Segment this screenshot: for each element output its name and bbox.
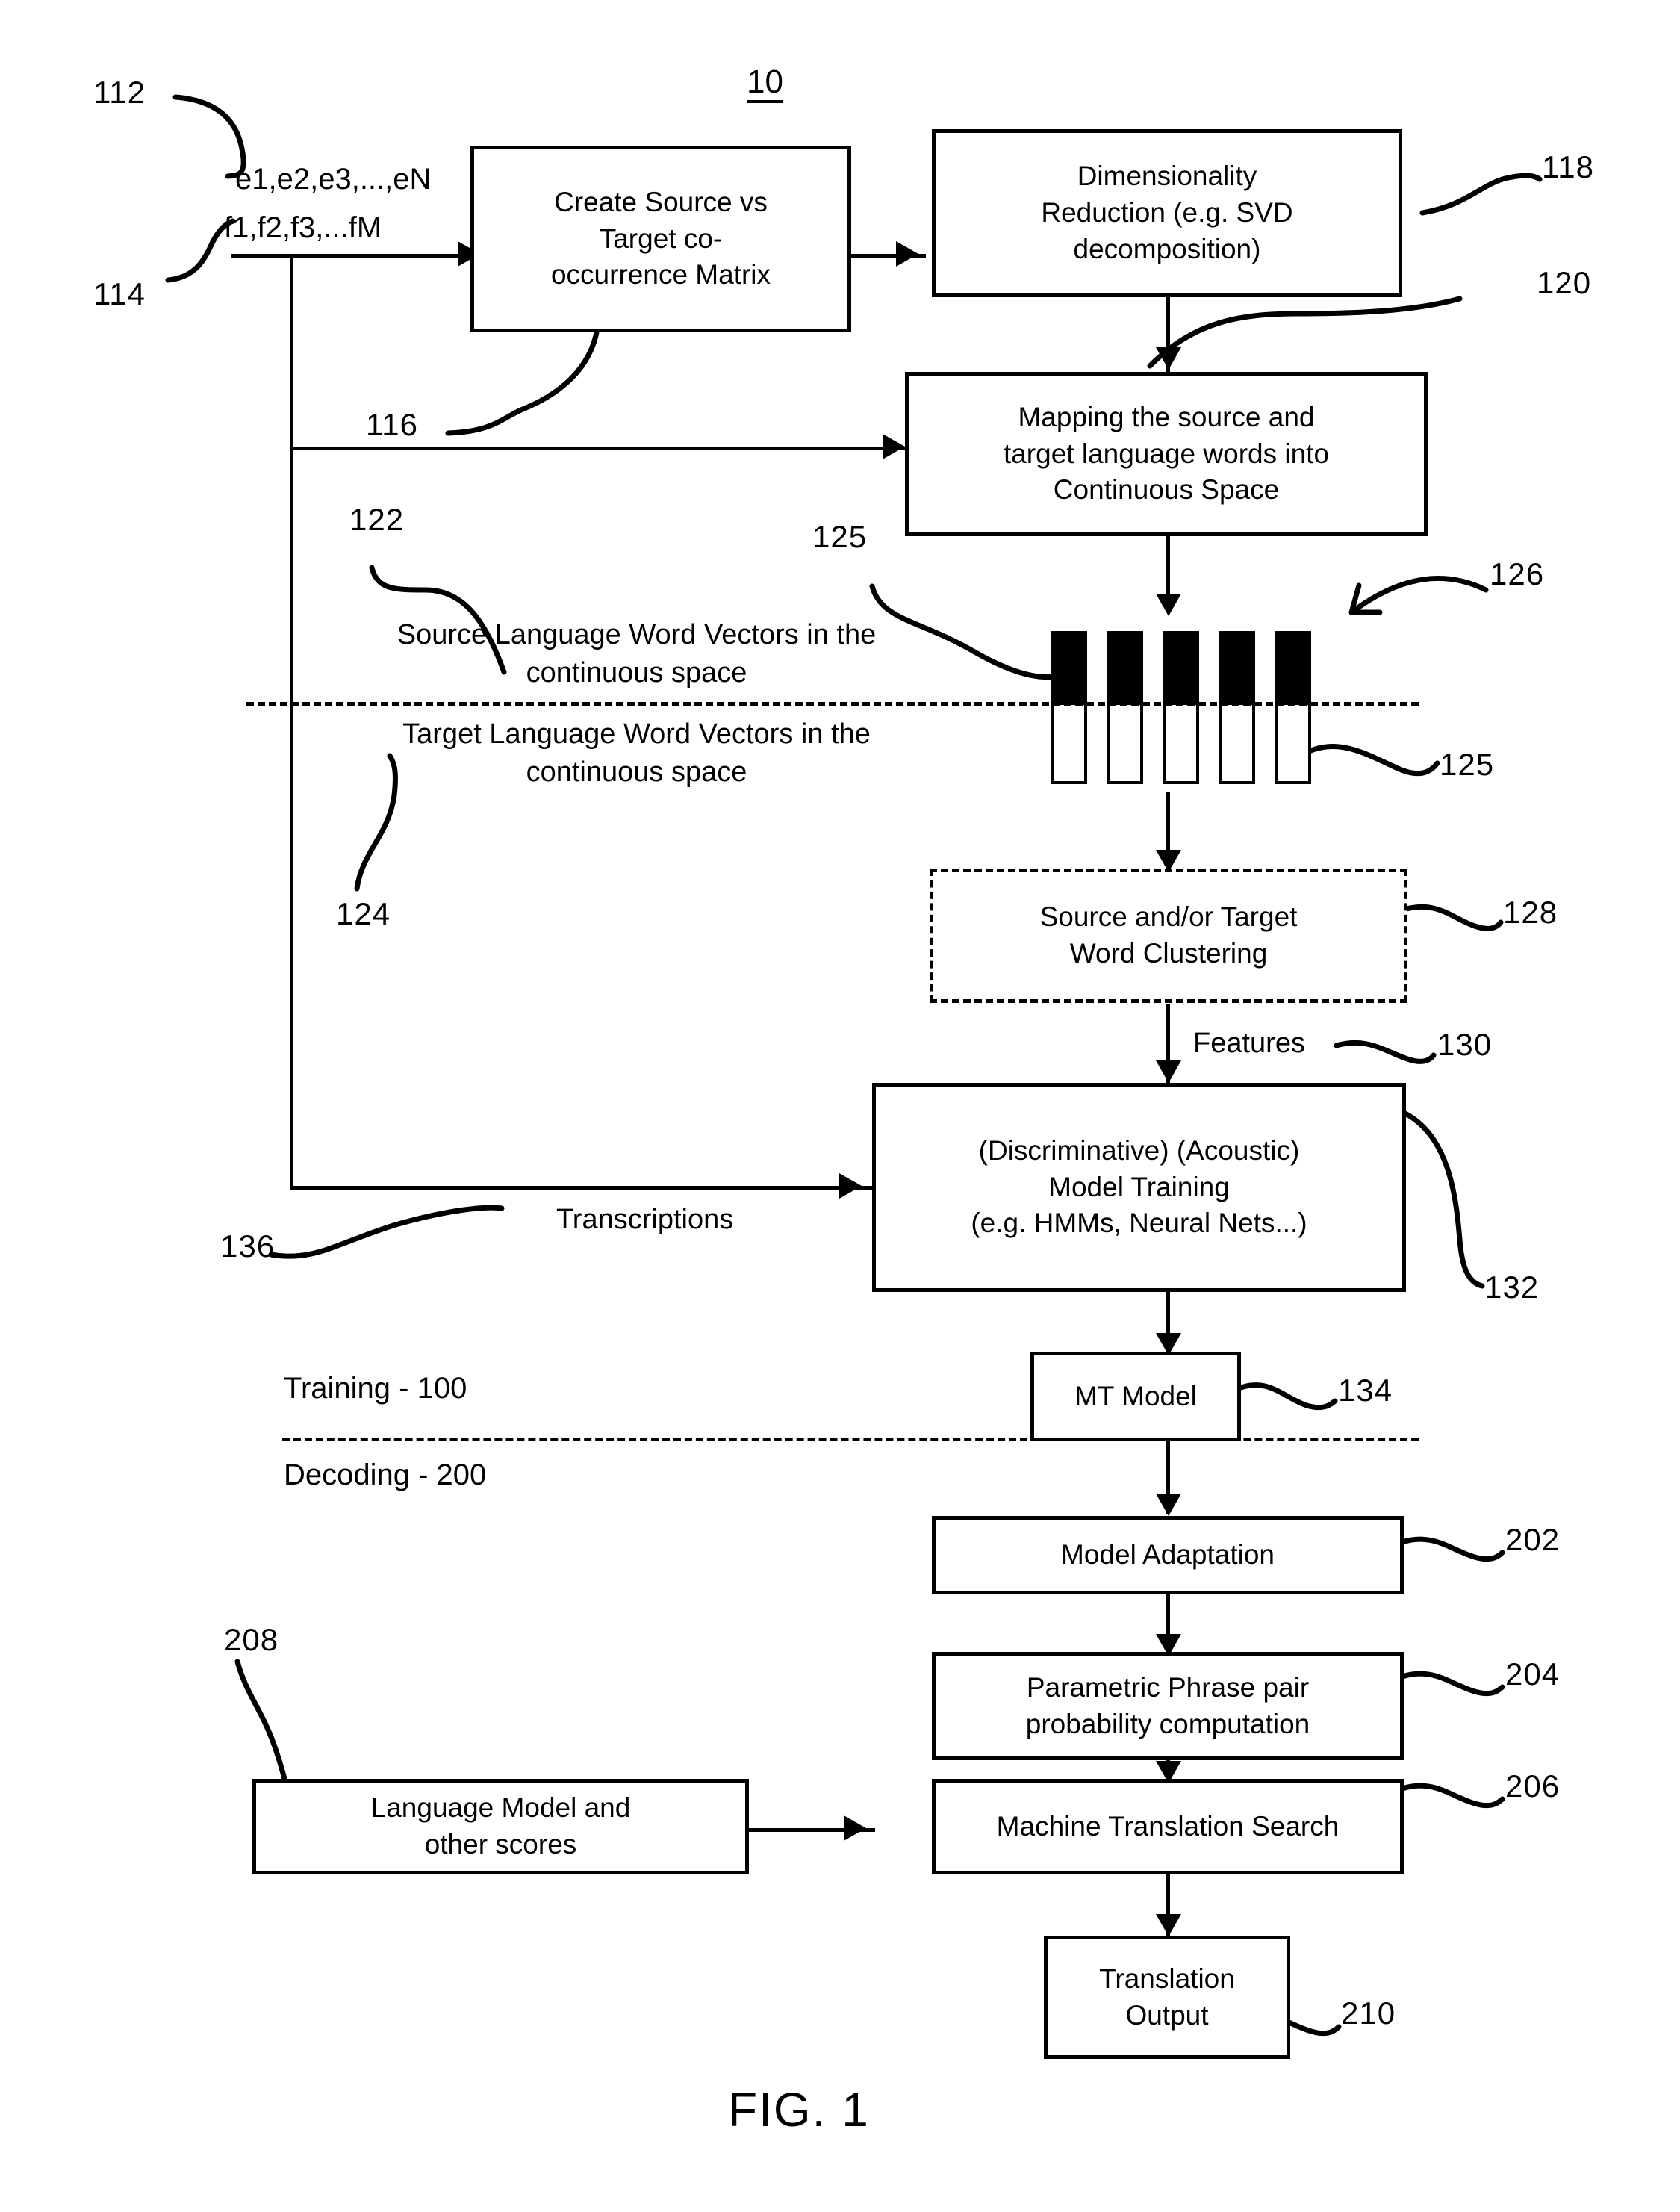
arrowhead-mtmodel-to-adaptation bbox=[1156, 1494, 1181, 1516]
box-training-line2: Model Training bbox=[1048, 1171, 1230, 1202]
source-vectors-line2: continuous space bbox=[526, 657, 747, 689]
box-language-model[interactable]: Language Model and other scores bbox=[252, 1779, 749, 1874]
arrowhead-search-to-output bbox=[1156, 1914, 1181, 1936]
box-languagemodel-line1: Language Model and bbox=[370, 1792, 631, 1824]
ref-134: 134 bbox=[1338, 1373, 1393, 1408]
figure-caption: FIG. 1 bbox=[728, 2083, 870, 2137]
box-mt-search-label: Machine Translation Search bbox=[996, 1810, 1340, 1842]
ref-122: 122 bbox=[349, 502, 405, 537]
box-phrasepair-line2: probability computation bbox=[1025, 1708, 1310, 1739]
word-vector-bar bbox=[1275, 631, 1311, 784]
ref-125-bottom: 125 bbox=[1440, 747, 1495, 782]
label-transcriptions: Transcriptions bbox=[556, 1204, 734, 1235]
patent-figure-1: 10 e1,e2,e3,...,eN f1,f2,f3,...fM 112 11… bbox=[0, 0, 1680, 2212]
box-translationoutput-line2: Output bbox=[1125, 1999, 1209, 2031]
source-vectors-line1: Source Language Word Vectors in the bbox=[396, 619, 877, 650]
divider-source-target-space bbox=[246, 702, 1419, 706]
label-target-word-vectors: Target Language Word Vectors in the cont… bbox=[358, 715, 915, 792]
ref-204: 204 bbox=[1505, 1656, 1561, 1691]
arrowhead-transcriptions-to-training bbox=[839, 1173, 862, 1199]
ref-118: 118 bbox=[1542, 149, 1594, 184]
ref-126: 126 bbox=[1490, 556, 1545, 591]
box-mapping-line1: Mapping the source and bbox=[1018, 401, 1315, 432]
arrowhead-input-to-mapping bbox=[883, 434, 905, 459]
arrowhead-dimensionality-to-mapping bbox=[1156, 347, 1181, 370]
arrowhead-clustering-to-training bbox=[1156, 1060, 1181, 1083]
ref-125-top: 125 bbox=[812, 519, 868, 554]
ref-116: 116 bbox=[366, 407, 418, 442]
ref-208: 208 bbox=[224, 1622, 279, 1657]
ref-202: 202 bbox=[1505, 1522, 1561, 1557]
word-vector-bar bbox=[1219, 631, 1255, 784]
word-vector-bar bbox=[1163, 631, 1199, 784]
box-mt-model[interactable]: MT Model bbox=[1030, 1352, 1241, 1441]
connector-transcriptions-to-training bbox=[290, 1186, 872, 1190]
word-vector-bar bbox=[1051, 631, 1087, 784]
box-model-training[interactable]: (Discriminative) (Acoustic) Model Traini… bbox=[872, 1083, 1406, 1292]
box-phrasepair-line1: Parametric Phrase pair bbox=[1026, 1671, 1310, 1703]
connector-input-to-cooccurrence bbox=[231, 254, 463, 258]
label-source-word-vectors: Source Language Word Vectors in the cont… bbox=[358, 616, 915, 693]
word-vector-bar bbox=[1107, 631, 1143, 784]
label-features: Features bbox=[1193, 1028, 1305, 1059]
box-mt-model-label: MT Model bbox=[1074, 1380, 1197, 1411]
box-dimensionality-line3: decomposition) bbox=[1073, 233, 1261, 264]
box-model-adaptation-label: Model Adaptation bbox=[1061, 1539, 1275, 1571]
box-word-clustering[interactable]: Source and/or Target Word Clustering bbox=[930, 869, 1407, 1003]
box-training-line1: (Discriminative) (Acoustic) bbox=[978, 1134, 1300, 1166]
divider-training-decoding bbox=[282, 1438, 1419, 1441]
target-vectors-line1: Target Language Word Vectors in the bbox=[402, 718, 871, 750]
box-cooccurrence-line2: Target co- bbox=[599, 223, 723, 254]
box-mapping-line3: Continuous Space bbox=[1053, 474, 1280, 506]
ref-136: 136 bbox=[220, 1228, 276, 1264]
arrowhead-mapping-to-vectors bbox=[1156, 594, 1181, 616]
box-cooccurrence-line1: Create Source vs bbox=[554, 186, 768, 217]
box-clustering-line2: Word Clustering bbox=[1069, 938, 1268, 969]
box-mapping-line2: target language words into bbox=[1003, 438, 1330, 469]
arrowhead-cooccurrence-to-dimensionality bbox=[896, 241, 918, 267]
box-clustering-line1: Source and/or Target bbox=[1039, 901, 1298, 933]
ref-120: 120 bbox=[1537, 265, 1592, 300]
box-dimensionality-line1: Dimensionality bbox=[1077, 161, 1257, 192]
target-vectors-line2: continuous space bbox=[526, 757, 747, 789]
box-mapping-continuous-space[interactable]: Mapping the source and target language w… bbox=[905, 372, 1428, 536]
ref-130: 130 bbox=[1437, 1027, 1493, 1062]
box-translationoutput-line1: Translation bbox=[1099, 1963, 1235, 1994]
box-cooccurrence-line3: occurrence Matrix bbox=[550, 259, 771, 291]
connector-input-to-mapping bbox=[290, 447, 915, 450]
ref-206: 206 bbox=[1505, 1768, 1561, 1804]
box-parametric-phrase-pair[interactable]: Parametric Phrase pair probability compu… bbox=[932, 1652, 1404, 1760]
box-machine-translation-search[interactable]: Machine Translation Search bbox=[932, 1779, 1404, 1874]
box-languagemodel-line2: other scores bbox=[424, 1829, 577, 1860]
label-phase-decoding: Decoding - 200 bbox=[284, 1458, 487, 1491]
connector-left-trunk bbox=[290, 254, 293, 1187]
box-training-line3: (e.g. HMMs, Neural Nets...) bbox=[971, 1208, 1307, 1239]
ref-210: 210 bbox=[1341, 1995, 1396, 2031]
box-translation-output[interactable]: Translation Output bbox=[1044, 1936, 1290, 2059]
arrowhead-languagemodel-to-search bbox=[844, 1815, 866, 1841]
box-model-adaptation[interactable]: Model Adaptation bbox=[932, 1516, 1404, 1594]
ref-124: 124 bbox=[336, 896, 391, 931]
box-dimensionality-line2: Reduction (e.g. SVD bbox=[1041, 197, 1293, 229]
ref-132: 132 bbox=[1484, 1270, 1540, 1305]
ref-128: 128 bbox=[1503, 895, 1558, 930]
box-create-cooccurrence-matrix[interactable]: Create Source vs Target co- occurrence M… bbox=[470, 146, 851, 332]
label-phase-training: Training - 100 bbox=[284, 1372, 467, 1405]
box-dimensionality-reduction[interactable]: Dimensionality Reduction (e.g. SVD decom… bbox=[932, 129, 1402, 297]
